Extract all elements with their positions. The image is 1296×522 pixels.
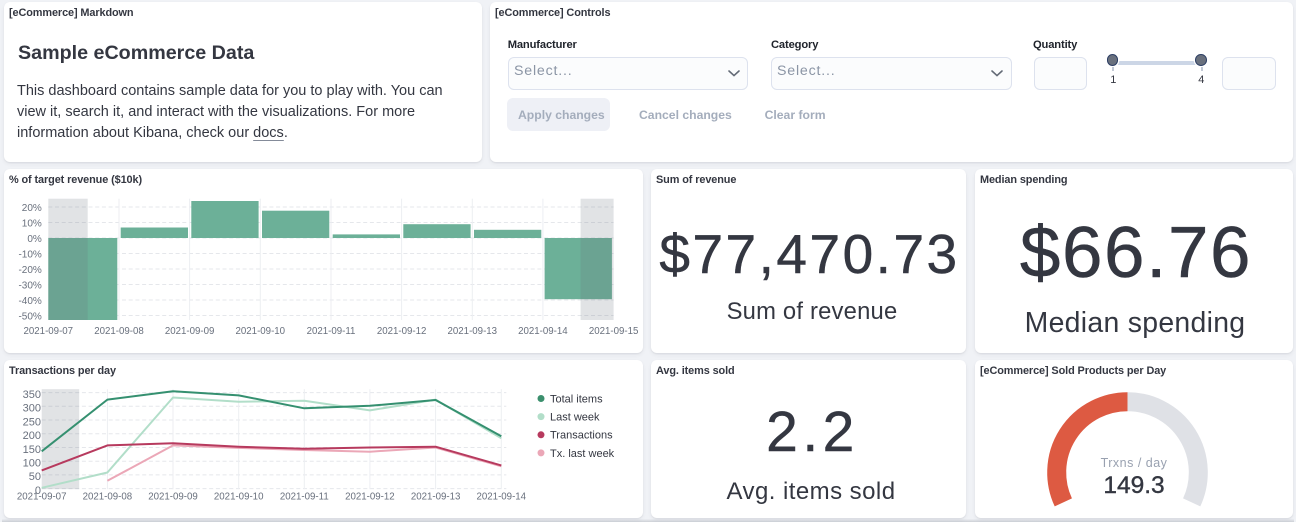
svg-text:-10%: -10% — [18, 250, 41, 261]
svg-text:2021-09-15: 2021-09-15 — [589, 326, 639, 337]
svg-text:2021-09-12: 2021-09-12 — [377, 326, 427, 337]
svg-text:2021-09-14: 2021-09-14 — [518, 326, 568, 337]
svg-text:150: 150 — [23, 444, 41, 456]
svg-text:Last week: Last week — [550, 412, 600, 424]
svg-text:2021-09-13: 2021-09-13 — [411, 492, 461, 503]
svg-text:50: 50 — [29, 471, 41, 483]
svg-text:-50%: -50% — [18, 312, 41, 323]
svg-text:Tx. last week: Tx. last week — [550, 448, 615, 460]
svg-text:2021-09-10: 2021-09-10 — [214, 492, 264, 503]
svg-text:20%: 20% — [22, 203, 42, 214]
svg-text:2021-09-07: 2021-09-07 — [17, 492, 67, 503]
svg-text:Transactions: Transactions — [550, 430, 613, 442]
svg-text:2021-09-10: 2021-09-10 — [236, 326, 286, 337]
svg-text:Total items: Total items — [550, 393, 603, 405]
svg-text:2021-09-08: 2021-09-08 — [94, 326, 144, 337]
svg-text:2021-09-07: 2021-09-07 — [24, 326, 74, 337]
svg-text:10%: 10% — [22, 219, 42, 230]
svg-text:200: 200 — [23, 430, 41, 442]
svg-text:2021-09-13: 2021-09-13 — [448, 326, 498, 337]
svg-text:-20%: -20% — [18, 265, 41, 276]
svg-text:2021-09-09: 2021-09-09 — [148, 492, 198, 503]
svg-text:2021-09-11: 2021-09-11 — [280, 492, 329, 503]
svg-text:2021-09-14: 2021-09-14 — [477, 492, 527, 503]
svg-text:2021-09-12: 2021-09-12 — [345, 492, 395, 503]
svg-text:2021-09-11: 2021-09-11 — [307, 326, 356, 337]
svg-text:2021-09-08: 2021-09-08 — [83, 492, 133, 503]
svg-text:100: 100 — [23, 458, 41, 470]
svg-text:350: 350 — [23, 389, 41, 401]
svg-text:250: 250 — [23, 416, 41, 428]
svg-text:-30%: -30% — [18, 281, 41, 292]
svg-text:2021-09-09: 2021-09-09 — [165, 326, 215, 337]
svg-text:0%: 0% — [27, 234, 42, 245]
svg-text:-40%: -40% — [18, 296, 41, 307]
svg-text:300: 300 — [23, 403, 41, 415]
